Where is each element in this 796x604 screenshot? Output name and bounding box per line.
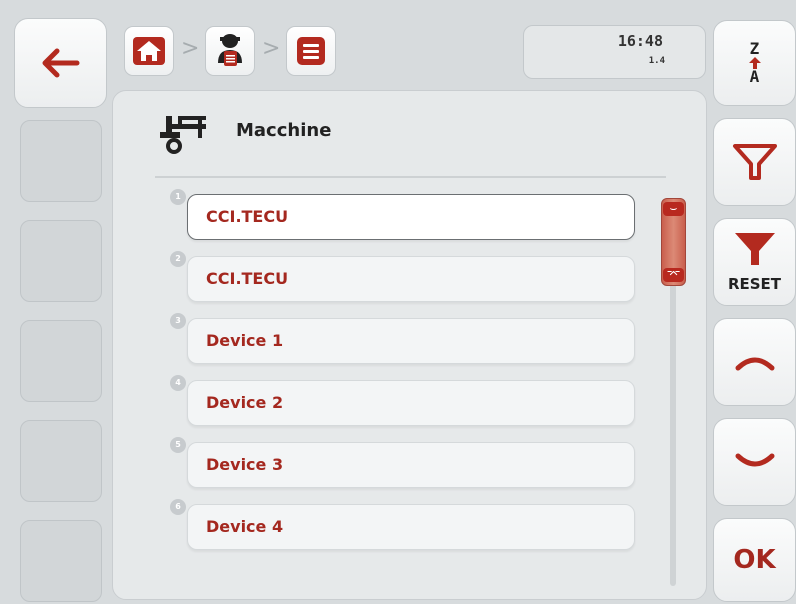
- back-button[interactable]: [14, 18, 107, 108]
- sort-button[interactable]: Z A: [713, 20, 796, 106]
- scroll-up-button[interactable]: [713, 318, 796, 406]
- list-item[interactable]: 3 Device 1: [170, 313, 635, 364]
- sort-top-letter: Z: [749, 39, 760, 58]
- item-label: Device 1: [206, 331, 284, 350]
- filter-button[interactable]: [713, 118, 796, 206]
- sort-za-icon: Z A: [748, 39, 762, 86]
- item-label: Device 2: [206, 393, 284, 412]
- scrollbar-thumb[interactable]: ⌣ ⌤: [661, 198, 686, 286]
- list-item[interactable]: 1 CCI.TECU: [170, 189, 635, 240]
- item-number: 4: [170, 375, 186, 391]
- breadcrumb-list[interactable]: [286, 26, 336, 76]
- reset-label: RESET: [727, 275, 782, 293]
- operator-icon: [218, 34, 242, 66]
- item-number: 5: [170, 437, 186, 453]
- title-divider: [155, 176, 666, 178]
- ok-label: OK: [733, 545, 776, 575]
- clock-time: 16:48: [617, 32, 663, 50]
- back-arrow-icon: [42, 48, 79, 78]
- filter-reset-button[interactable]: RESET: [713, 218, 796, 306]
- chevron-up-icon: [735, 357, 774, 371]
- item-number: 2: [170, 251, 186, 267]
- breadcrumb-operator[interactable]: [205, 26, 255, 76]
- machine-icon: [160, 116, 206, 154]
- sort-bottom-letter: A: [749, 67, 760, 86]
- scroll-cap-top: ⌣: [663, 202, 684, 216]
- item-number: 1: [170, 189, 186, 205]
- list-item[interactable]: 4 Device 2: [170, 375, 635, 426]
- left-softkey-1[interactable]: [20, 120, 102, 202]
- filter-reset-icon: [735, 233, 775, 265]
- item-number: 6: [170, 499, 186, 515]
- left-softkey-3[interactable]: [20, 320, 102, 402]
- menu-icon: [297, 37, 325, 65]
- filter-icon: [732, 144, 777, 180]
- status-clock: 16:48 1.4: [523, 25, 706, 79]
- item-label: CCI.TECU: [206, 207, 289, 226]
- page-title: Macchine: [236, 120, 332, 141]
- breadcrumb-separator: >: [262, 36, 281, 61]
- left-softkey-2[interactable]: [20, 220, 102, 302]
- home-icon: [133, 37, 165, 65]
- list-item[interactable]: 2 CCI.TECU: [170, 251, 635, 302]
- breadcrumb-separator: >: [181, 36, 200, 61]
- left-softkey-5[interactable]: [20, 520, 102, 602]
- left-softkey-4[interactable]: [20, 420, 102, 502]
- item-label: Device 4: [206, 517, 284, 536]
- item-label: Device 3: [206, 455, 284, 474]
- ok-button[interactable]: OK: [713, 518, 796, 602]
- list-item[interactable]: 5 Device 3: [170, 437, 635, 488]
- item-label: CCI.TECU: [206, 269, 289, 288]
- version-label: 1.4: [648, 56, 665, 66]
- breadcrumb-home[interactable]: [124, 26, 174, 76]
- item-number: 3: [170, 313, 186, 329]
- scroll-down-button[interactable]: [713, 418, 796, 506]
- list-item[interactable]: 6 Device 4: [170, 499, 635, 550]
- scroll-cap-bottom: ⌤: [663, 268, 684, 282]
- app-frame: > > 16:48 1.4 Macchine 1 CCI.TECU 2 CCI.…: [0, 0, 796, 604]
- chevron-down-icon: [735, 453, 774, 467]
